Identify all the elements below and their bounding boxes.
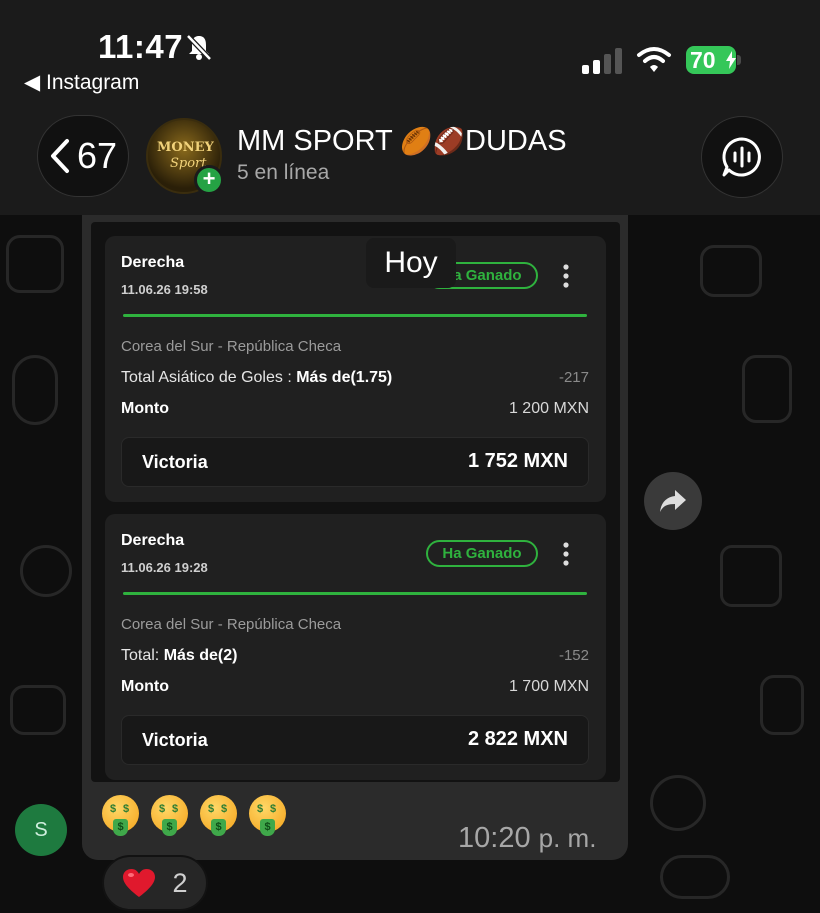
- forward-arrow-icon: [660, 490, 686, 512]
- market-value: Más de(2): [163, 647, 238, 664]
- odds: -217: [558, 369, 589, 386]
- market-line: Total Asiático de Goles : Más de(1.75): [121, 369, 393, 386]
- bet-type: Derecha: [121, 254, 185, 271]
- heart-icon: [123, 869, 156, 897]
- stake-label: Monto: [121, 400, 169, 417]
- winnings-label: Victoria: [142, 730, 208, 750]
- money-mouth-face-icon: $ $ $: [102, 795, 139, 837]
- bet-card: Derecha 11.06.26 19:58 Ha Ganado Corea d…: [105, 236, 606, 502]
- winnings-value: 1 752 MXN: [467, 450, 568, 472]
- status-time: 11:47: [98, 28, 184, 65]
- back-to-app-link[interactable]: ◀ Instagram: [24, 70, 139, 95]
- message-time-ampm: p. m.: [538, 823, 597, 853]
- reaction-pill[interactable]: 2: [102, 855, 208, 911]
- winnings-box: Victoria 1 752 MXN: [121, 437, 589, 487]
- voice-chat-icon: [722, 137, 761, 177]
- money-mouth-face-icon: $ $ $: [151, 795, 188, 837]
- match-name: Corea del Sur - República Checa: [121, 616, 342, 633]
- money-mouth-face-icon: $ $ $: [249, 795, 286, 837]
- market-line: Total: Más de(2): [121, 647, 238, 664]
- winnings-label: Victoria: [142, 452, 208, 472]
- money-mouth-face-icon: $ $ $: [200, 795, 237, 837]
- chat-header: 11:47 ◀ Instagram 70 67 MONEY Sport + MM…: [0, 0, 820, 215]
- back-button[interactable]: 67: [37, 115, 129, 197]
- battery-indicator: 70: [686, 46, 741, 74]
- stake-label: Monto: [121, 678, 169, 695]
- winnings-box: Victoria 2 822 MXN: [121, 715, 589, 765]
- status-divider: [123, 314, 587, 317]
- wifi-icon: [637, 47, 671, 72]
- emoji-message: $ $ $ $ $ $ $ $ $ $ $ $: [102, 795, 286, 837]
- status-divider: [123, 592, 587, 595]
- market-label: Total Asiático de Goles: [121, 369, 283, 386]
- market-value: Más de(1.75): [296, 369, 393, 386]
- forward-button[interactable]: [644, 472, 702, 530]
- group-name-main: MM SPORT: [237, 125, 393, 157]
- date-separator: Hoy: [366, 238, 456, 288]
- stake-value: 1 700 MXN: [508, 678, 589, 695]
- bet-type: Derecha: [121, 532, 185, 549]
- unread-count: 67: [76, 135, 118, 176]
- match-name: Corea del Sur - República Checa: [121, 338, 342, 355]
- group-name-emojis: 🏉🏈: [400, 126, 466, 156]
- message-time-value: 10:20: [458, 822, 531, 854]
- online-count: 5 en línea: [237, 161, 330, 184]
- sender-avatar[interactable]: S: [15, 804, 67, 856]
- chevron-left-icon: [50, 139, 69, 173]
- bet-card: Derecha 11.06.26 19:28 Ha Ganado Corea d…: [105, 514, 606, 780]
- stake-value: 1 200 MXN: [508, 400, 589, 417]
- cellular-signal-icon: [582, 48, 622, 74]
- more-options-icon: [563, 542, 569, 566]
- odds: -152: [558, 647, 589, 664]
- bell-muted-icon: [186, 34, 212, 61]
- avatar-logo-text: MONEY: [157, 140, 214, 155]
- add-member-icon[interactable]: +: [194, 165, 224, 195]
- group-name[interactable]: MM SPORT 🏉🏈DUDAS: [237, 125, 567, 158]
- market-label: Total: [121, 647, 155, 664]
- status-badge: Ha Ganado: [426, 540, 538, 567]
- charging-bolt-icon: [726, 51, 736, 69]
- voice-chat-button[interactable]: [701, 116, 783, 198]
- bet-datetime: 11.06.26 19:58: [121, 282, 208, 297]
- group-name-suffix: DUDAS: [465, 125, 567, 157]
- message-time: 10:20 p. m.: [458, 822, 596, 855]
- winnings-value: 2 822 MXN: [467, 728, 568, 750]
- battery-level: 70: [690, 47, 716, 73]
- bet-datetime: 11.06.26 19:28: [121, 560, 208, 575]
- reaction-count: 2: [172, 867, 188, 898]
- more-options-icon: [563, 264, 569, 288]
